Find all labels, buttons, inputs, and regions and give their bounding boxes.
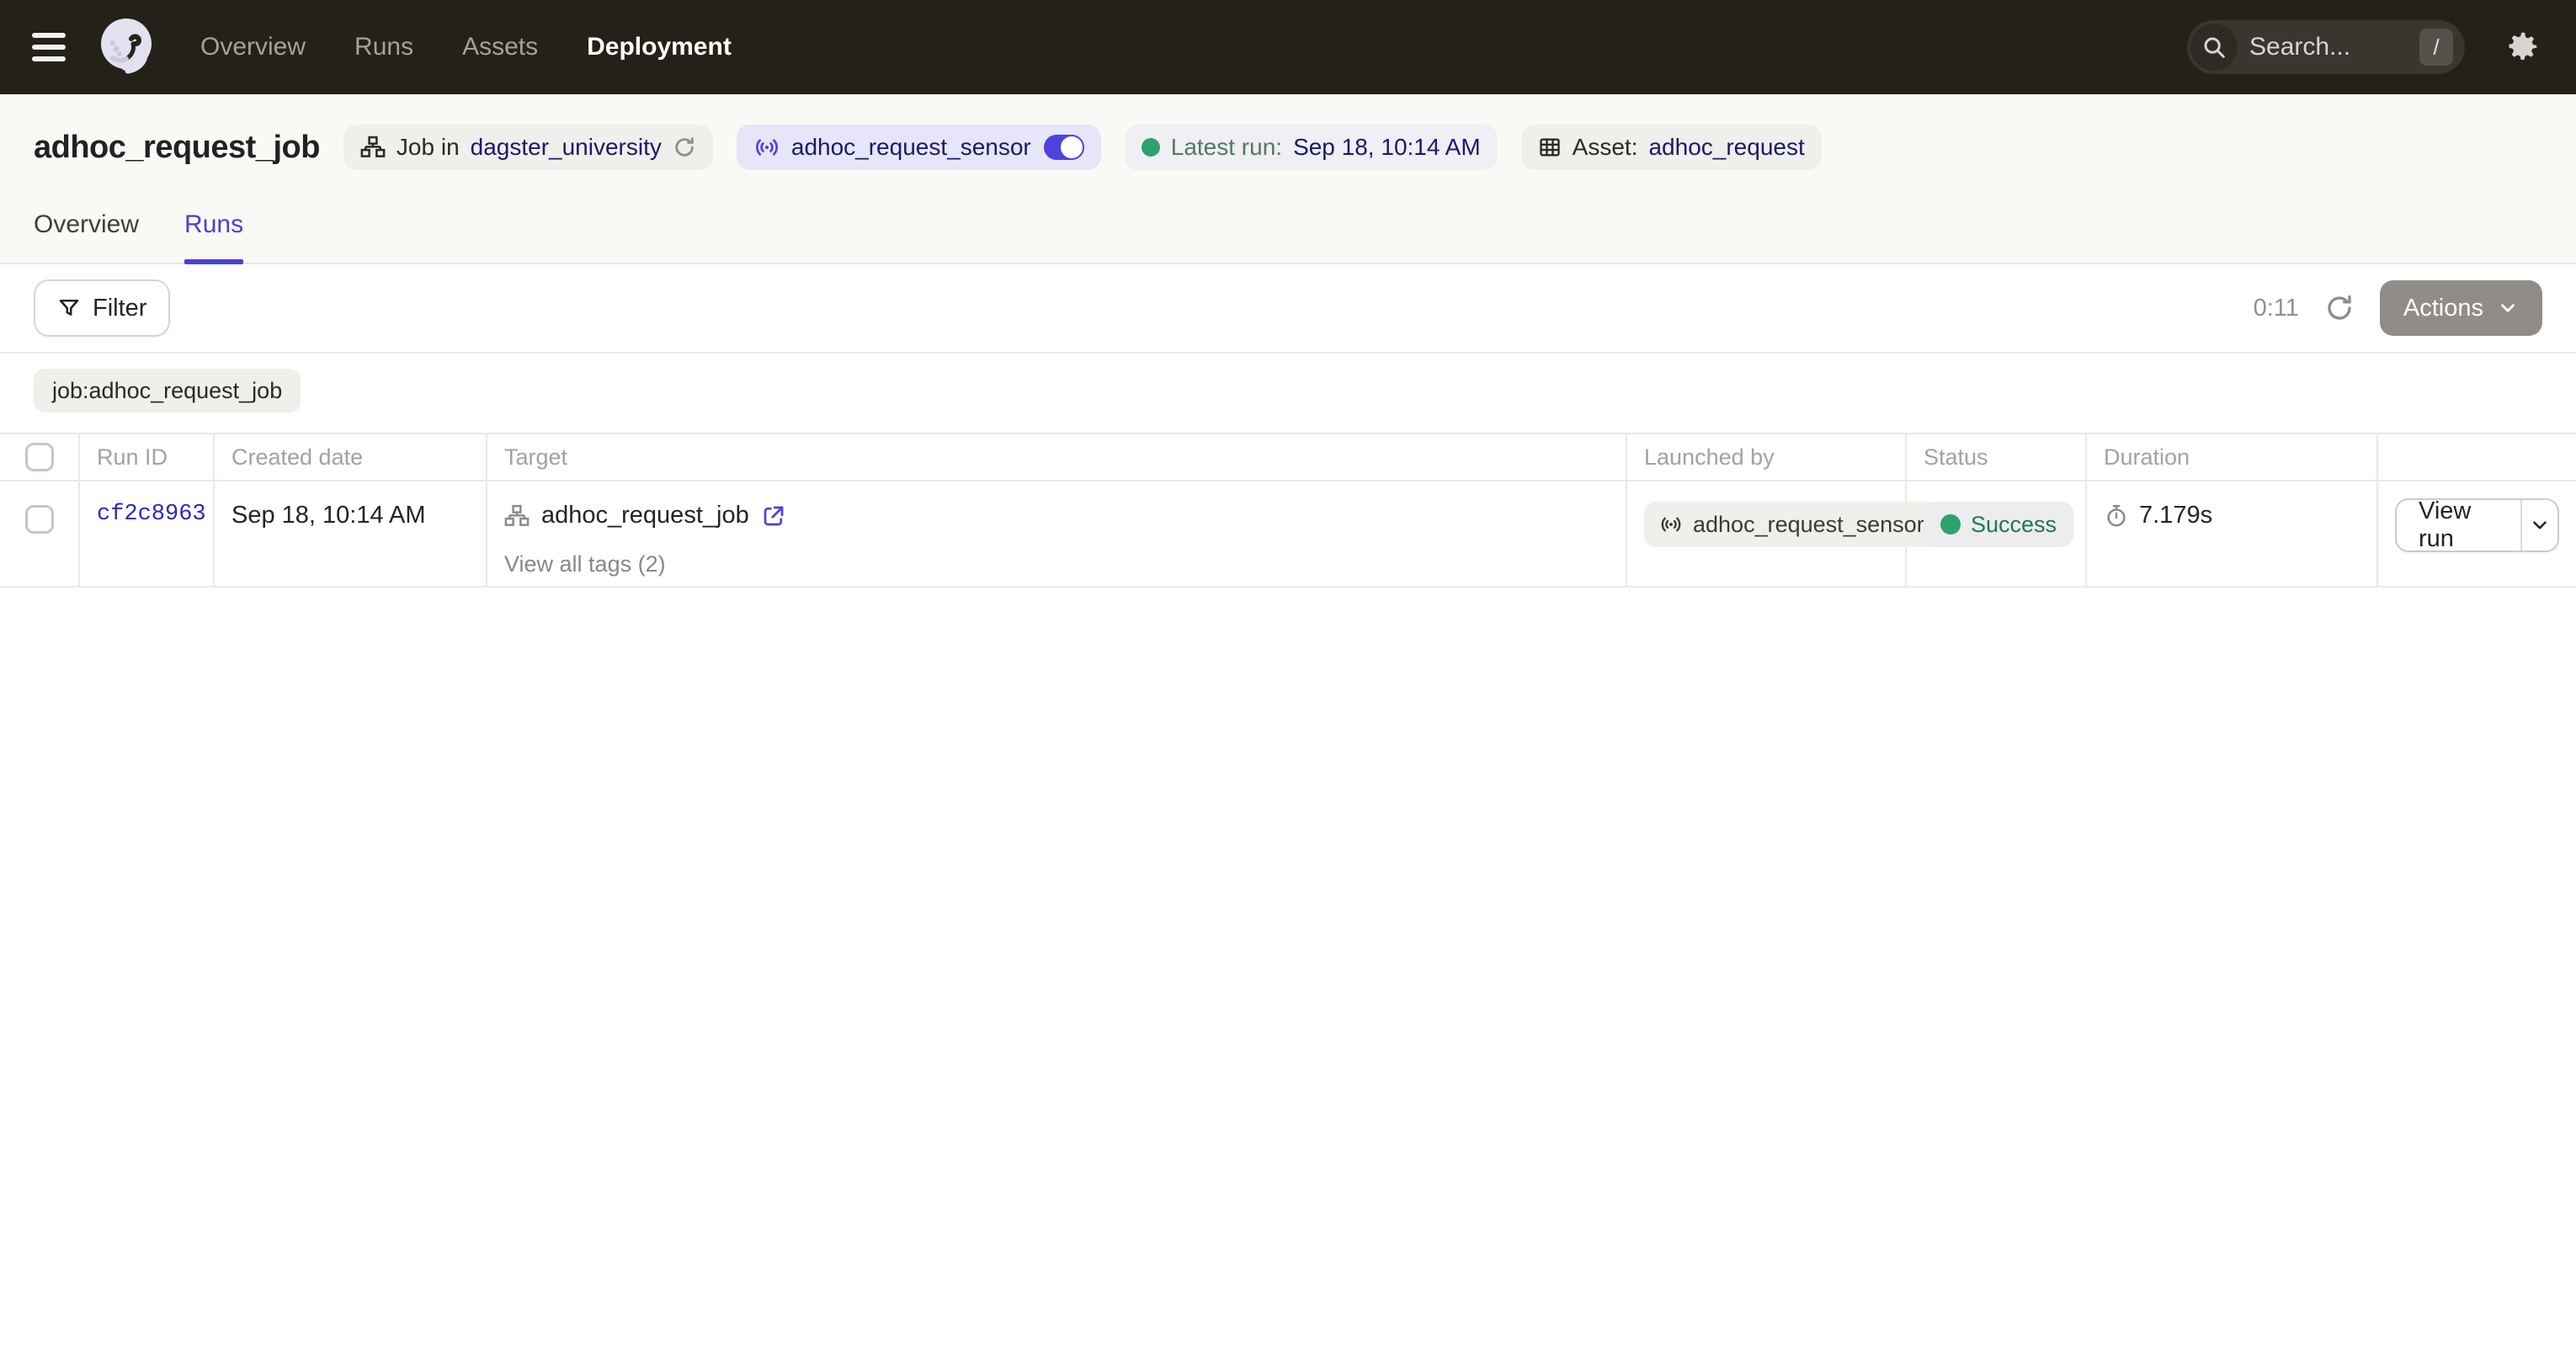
sensor-badge: adhoc_request_sensor	[737, 125, 1101, 170]
dagster-logo-icon[interactable]	[96, 15, 160, 79]
tab-active-underline	[184, 259, 243, 264]
sensor-icon	[1659, 513, 1683, 536]
stopwatch-icon	[2104, 503, 2129, 529]
asset-badge: Asset: adhoc_request	[1521, 125, 1822, 170]
table-row: cf2c8963 Sep 18, 10:14 AM adhoc_request_…	[0, 481, 2576, 587]
column-header-actions	[2377, 434, 2576, 481]
column-header-launched-by: Launched by	[1626, 434, 1906, 481]
view-run-split-button: View run	[2395, 498, 2559, 552]
latest-run-badge: Latest run: Sep 18, 10:14 AM	[1125, 125, 1498, 170]
tab-runs[interactable]: Runs	[184, 210, 243, 263]
external-link-icon[interactable]	[761, 503, 786, 529]
refresh-icon[interactable]	[2321, 290, 2358, 327]
search-input[interactable]	[2249, 33, 2384, 61]
tab-overview[interactable]: Overview	[34, 210, 139, 263]
refresh-countdown: 0:11	[2254, 295, 2299, 322]
job-icon	[360, 135, 386, 160]
status-badge[interactable]: Success	[1924, 502, 2073, 547]
page-header: adhoc_request_job Job in dagster_univers…	[0, 94, 2576, 264]
nav-item-assets[interactable]: Assets	[462, 33, 538, 61]
gear-icon[interactable]	[2500, 25, 2544, 69]
asset-grid-icon	[1538, 136, 1562, 159]
run-status-dot-icon	[1142, 138, 1160, 157]
view-all-tags-link[interactable]: View all tags (2)	[504, 551, 1626, 577]
status-label: Success	[1971, 512, 2057, 538]
runs-toolbar: Filter 0:11 Actions	[0, 264, 2576, 354]
runs-table: Run ID Created date Target Launched by S…	[0, 433, 2576, 588]
sensor-link[interactable]: adhoc_request_sensor	[791, 134, 1031, 161]
column-header-created-date: Created date	[214, 434, 487, 481]
launched-by-label: adhoc_request_sensor	[1693, 512, 1924, 538]
chevron-down-icon	[2529, 514, 2551, 536]
tabs: Overview Runs	[34, 210, 2542, 263]
tab-runs-label: Runs	[184, 210, 243, 238]
column-header-duration: Duration	[2086, 434, 2377, 481]
latest-run-label: Latest run:	[1171, 134, 1282, 161]
sensor-icon	[753, 134, 780, 161]
nav-item-overview[interactable]: Overview	[200, 33, 306, 61]
job-badge-prefix: Job in	[397, 134, 460, 161]
nav-items: Overview Runs Assets Deployment	[200, 33, 732, 61]
created-date-cell: Sep 18, 10:14 AM	[232, 502, 426, 529]
column-header-status: Status	[1906, 434, 2086, 481]
job-icon	[504, 503, 530, 529]
asset-badge-label: Asset:	[1573, 134, 1638, 161]
actions-button-label: Actions	[2403, 295, 2483, 322]
column-header-run-id: Run ID	[79, 434, 214, 481]
reload-icon[interactable]	[673, 136, 696, 159]
filter-button[interactable]: Filter	[34, 279, 170, 337]
target-job-name[interactable]: adhoc_request_job	[541, 502, 749, 529]
top-nav: Overview Runs Assets Deployment /	[0, 0, 2576, 94]
duration-value: 7.179s	[2139, 502, 2212, 529]
latest-run-link[interactable]: Sep 18, 10:14 AM	[1293, 134, 1481, 161]
column-header-target: Target	[487, 434, 1626, 481]
run-id-link[interactable]: cf2c8963	[97, 502, 206, 527]
filter-funnel-icon	[57, 296, 81, 320]
chevron-down-icon	[2497, 297, 2519, 319]
success-dot-icon	[1940, 514, 1961, 535]
hamburger-menu-icon[interactable]	[32, 24, 79, 71]
view-run-button[interactable]: View run	[2397, 500, 2520, 551]
page-title: adhoc_request_job	[34, 130, 320, 166]
nav-item-runs[interactable]: Runs	[354, 33, 413, 61]
job-filter-chip[interactable]: job:adhoc_request_job	[34, 369, 301, 412]
select-all-checkbox[interactable]	[25, 443, 54, 471]
code-location-link[interactable]: dagster_university	[471, 134, 662, 161]
asset-link[interactable]: adhoc_request	[1648, 134, 1804, 161]
launched-by-pill[interactable]: adhoc_request_sensor	[1644, 502, 1940, 547]
view-run-dropdown-button[interactable]	[2520, 500, 2557, 551]
search-box[interactable]: /	[2187, 20, 2465, 74]
nav-item-deployment[interactable]: Deployment	[587, 33, 732, 61]
actions-button[interactable]: Actions	[2380, 280, 2542, 336]
sensor-toggle[interactable]	[1044, 135, 1084, 160]
table-header-row: Run ID Created date Target Launched by S…	[0, 434, 2576, 481]
filter-button-label: Filter	[93, 295, 146, 322]
active-filters-row: job:adhoc_request_job	[0, 354, 2576, 433]
job-location-badge: Job in dagster_university	[343, 125, 713, 170]
row-checkbox[interactable]	[25, 505, 54, 534]
search-shortcut-key: /	[2419, 29, 2453, 66]
search-icon	[2190, 24, 2238, 71]
